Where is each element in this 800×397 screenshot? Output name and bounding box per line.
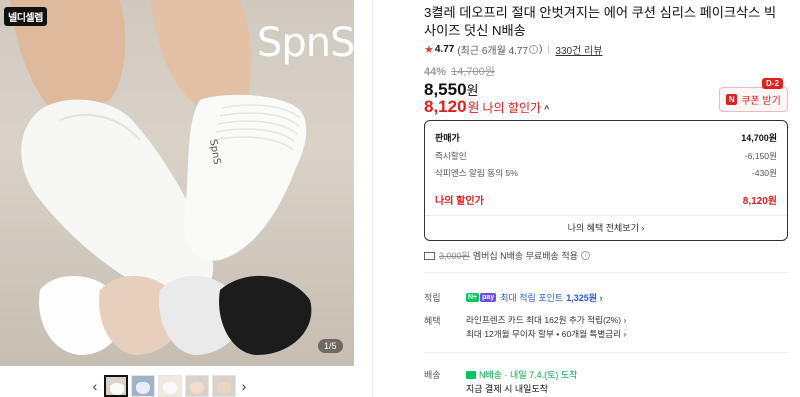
- breakdown-row: 삭피엔스 알림 동의 5% -430원: [435, 167, 777, 179]
- my-price-label: 나의 할인가: [482, 101, 542, 115]
- thumbnail[interactable]: [211, 375, 236, 397]
- shipping-row: 3,000원 멤버십 N배송 무료배송 적용 i: [424, 249, 590, 262]
- npay-badge: N+: [466, 293, 480, 302]
- truck-icon: [424, 251, 435, 260]
- my-price-value: 8,120: [424, 97, 467, 116]
- coupon-label: 쿠폰 받기: [741, 96, 781, 107]
- breakdown-value: -6,150원: [744, 151, 777, 161]
- breakdown-my-price-row: 나의 할인가 8,120원: [435, 192, 777, 207]
- original-price-row: 44% 14,700원: [424, 63, 495, 79]
- dday-badge: D-2: [762, 78, 783, 89]
- product-main-image[interactable]: SpnS 넬디셀렙 SpnS® 1/5: [0, 0, 354, 366]
- chevron-up-icon: ^: [544, 104, 550, 114]
- original-price: 14,700원: [451, 66, 495, 78]
- rating-detail-close: ): [539, 44, 543, 55]
- breakdown-label: 판매가: [435, 133, 460, 143]
- delivery-label: 배송: [424, 370, 441, 380]
- review-count-link[interactable]: 330건 리뷰: [555, 42, 602, 57]
- breakdown-my-label: 나의 할인가: [435, 196, 484, 207]
- separator: [548, 45, 550, 54]
- next-thumb-button[interactable]: ›: [237, 378, 251, 394]
- prev-thumb-button[interactable]: ‹: [88, 378, 102, 394]
- info-icon[interactable]: i: [529, 45, 539, 54]
- breakdown-value: 14,700원: [741, 133, 777, 143]
- sale-price-unit: 원: [466, 83, 479, 98]
- image-counter: 1/5: [318, 339, 343, 353]
- coupon-button[interactable]: N 쿠폰 받기: [719, 87, 788, 112]
- info-icon[interactable]: i: [580, 251, 590, 260]
- my-price-toggle[interactable]: 8,120 원 나의 할인가 ^: [424, 97, 549, 117]
- discount-rate: 44%: [424, 66, 447, 78]
- pay-badge: pay: [480, 293, 497, 302]
- npay-delivery-icon: [466, 370, 476, 379]
- my-price-unit: 원: [467, 100, 480, 115]
- divider: [424, 272, 788, 273]
- benefit-line[interactable]: 최대 12개월 무이자 할부 • 60개월 특별금리 ›: [466, 328, 626, 340]
- rating-score: 4.77: [434, 44, 455, 55]
- points-label: 적립: [424, 293, 441, 303]
- points-amount: 1,325원 ›: [566, 293, 603, 303]
- seller-tag: 넬디셀렙: [4, 7, 47, 26]
- divider: [425, 215, 787, 216]
- breakdown-row: 판매가 14,700원: [435, 131, 777, 144]
- price-breakdown-box: 판매가 14,700원 즉시할인 -6,150원 삭피엔스 알림 동의 5% -…: [424, 120, 788, 241]
- thumbnail[interactable]: [103, 375, 128, 397]
- column-divider: [372, 0, 373, 397]
- shipping-text: 멤버십 N배송 무료배송 적용: [472, 251, 578, 261]
- breakdown-value: -430원: [751, 168, 777, 178]
- breakdown-label: 즉시할인: [435, 151, 467, 161]
- breakdown-row: 즉시할인 -6,150원: [435, 150, 777, 162]
- points-text: 최대 적립 포인트: [500, 293, 564, 303]
- thumbnail[interactable]: [184, 375, 209, 397]
- benefit-line[interactable]: 라인프렌즈 카드 최대 162원 추가 적립(2%) ›: [466, 314, 626, 326]
- brand-logo-text: SpnS: [257, 20, 354, 66]
- star-icon: ★: [424, 44, 434, 56]
- all-benefits-link[interactable]: 나의 혜택 전체보기 ›: [425, 221, 787, 234]
- brand-logo: SpnS®: [257, 20, 354, 66]
- benefits-label: 혜택: [424, 316, 441, 326]
- rating-row: ★ 4.77 (최근 6개월 4.77 i ) 330건 리뷰: [424, 42, 602, 57]
- delivery-note: 지금 결제 시 내일도착: [466, 384, 549, 394]
- breakdown-my-value: 8,120원: [742, 196, 777, 207]
- divider: [424, 352, 788, 353]
- thumbnail-strip: ‹ ›: [88, 374, 251, 397]
- thumbnail[interactable]: [130, 375, 155, 397]
- product-title: 3켤레 데오프리 절대 안벗겨지는 에어 쿠션 심리스 페이크삭스 빅사이즈 덧…: [424, 5, 777, 38]
- thumbnail[interactable]: [157, 375, 182, 397]
- delivery-date: N배송 · 내일 7.4.(토) 도착: [479, 370, 578, 380]
- breakdown-label: 삭피엔스 알림 동의 5%: [435, 168, 518, 178]
- old-shipping-fee: 3,000원: [439, 251, 470, 261]
- naver-n-icon: N: [726, 94, 738, 105]
- delivery-info: N배송 · 내일 7.4.(토) 도착: [466, 368, 577, 381]
- rating-detail: (최근 6개월 4.77: [457, 46, 529, 57]
- points-row[interactable]: N+ pay 최대 적립 포인트 1,325원 ›: [466, 291, 603, 304]
